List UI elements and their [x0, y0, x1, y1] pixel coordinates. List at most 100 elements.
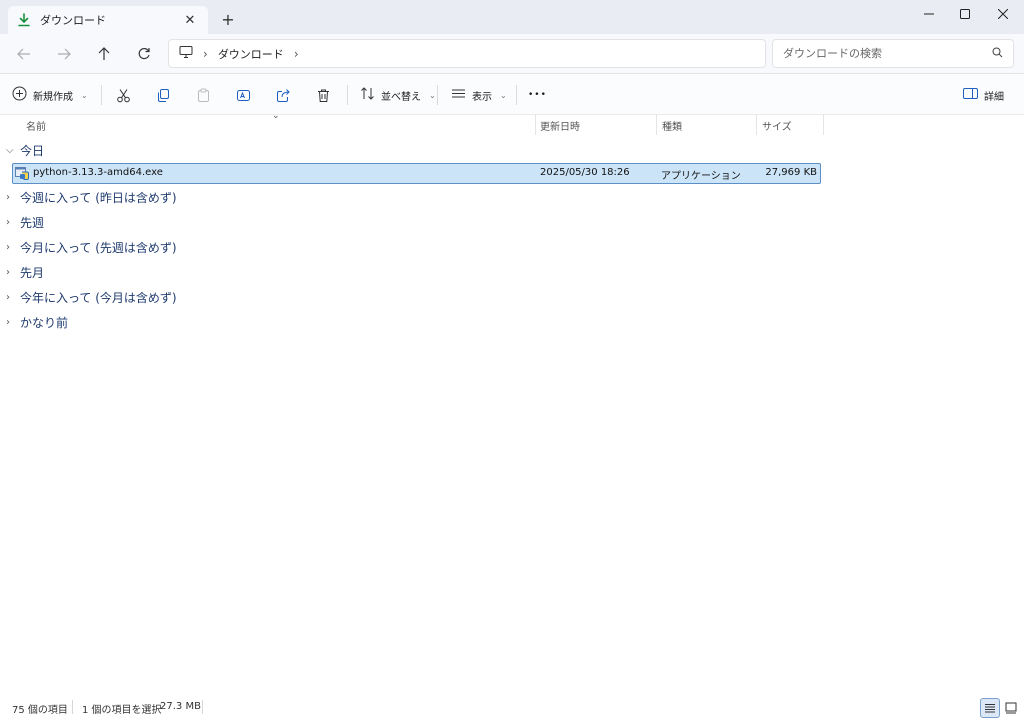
chevron-right-icon: › [6, 266, 10, 278]
column-divider[interactable] [535, 115, 536, 135]
share-button[interactable] [270, 82, 296, 108]
title-bar: ダウンロード ✕ + [0, 0, 1024, 34]
column-header: 名前 ⌄ 更新日時 種類 サイズ [0, 111, 1024, 135]
divider [202, 700, 203, 714]
chevron-down-icon: ⌵ [6, 144, 14, 156]
breadcrumb-downloads[interactable]: ダウンロード [218, 46, 284, 62]
minimize-button[interactable] [910, 0, 948, 28]
group-long-ago[interactable]: › かなり前 [6, 312, 68, 332]
group-last-week[interactable]: › 先週 [6, 212, 44, 232]
rename-button[interactable] [230, 82, 256, 108]
breadcrumb-separator[interactable]: › [294, 47, 299, 61]
view-button[interactable]: 表示 ⌄ [451, 82, 507, 108]
tab-downloads[interactable]: ダウンロード ✕ [8, 6, 208, 34]
share-icon [270, 82, 296, 108]
divider [516, 85, 517, 105]
plus-circle-icon [12, 86, 27, 104]
view-label: 表示 [472, 91, 492, 103]
paste-icon [190, 82, 216, 108]
chevron-right-icon: › [6, 316, 10, 328]
status-bar: 75 個の項目 1 個の項目を選択 27.3 MB [0, 697, 1024, 719]
group-label: 今週に入って (昨日は含めず) [20, 190, 177, 205]
group-today[interactable]: ⌵ 今日 [6, 140, 44, 160]
group-this-year[interactable]: › 今年に入って (今月は含めず) [6, 287, 177, 307]
chevron-down-icon: ⌄ [429, 90, 436, 100]
tiles-view-button[interactable] [1001, 698, 1021, 718]
address-bar[interactable]: › ダウンロード › [168, 39, 766, 68]
group-label: 先週 [20, 215, 45, 230]
column-divider[interactable] [656, 115, 657, 135]
search-icon[interactable] [992, 47, 1003, 61]
maximize-button[interactable] [946, 0, 984, 28]
new-label: 新規作成 [33, 91, 73, 103]
chevron-right-icon: › [6, 241, 10, 253]
details-label: 詳細 [984, 91, 1004, 103]
breadcrumb-separator[interactable]: › [203, 47, 208, 61]
group-this-month[interactable]: › 今月に入って (先週は含めず) [6, 237, 177, 257]
refresh-button[interactable] [130, 40, 158, 68]
group-last-month[interactable]: › 先月 [6, 262, 44, 282]
divider [437, 85, 438, 105]
sort-icon [360, 86, 375, 104]
search-input[interactable] [783, 47, 992, 60]
file-size: 27,969 KB [765, 167, 817, 178]
selection-size: 27.3 MB [160, 701, 201, 712]
group-label: 今日 [20, 143, 45, 158]
group-this-week[interactable]: › 今週に入って (昨日は含めず) [6, 187, 177, 207]
chevron-right-icon: › [6, 291, 10, 303]
selection-count: 1 個の項目を選択 [82, 705, 162, 716]
monitor-icon [179, 45, 193, 62]
chevron-down-icon: ⌄ [81, 90, 88, 100]
file-type: アプリケーション [661, 171, 741, 182]
more-options-button[interactable]: ••• [528, 82, 547, 108]
column-divider[interactable] [756, 115, 757, 135]
close-window-button[interactable] [984, 0, 1022, 28]
group-label: かなり前 [20, 315, 69, 330]
exe-file-icon [15, 166, 29, 183]
divider [72, 700, 73, 714]
group-label: 先月 [20, 265, 45, 280]
delete-button[interactable] [310, 82, 336, 108]
trash-icon [310, 82, 336, 108]
column-date[interactable]: 更新日時 [540, 118, 580, 133]
forward-button[interactable] [50, 40, 78, 68]
copy-button[interactable] [150, 82, 176, 108]
download-icon [16, 12, 32, 28]
column-size[interactable]: サイズ [762, 118, 792, 133]
chevron-right-icon: › [6, 216, 10, 228]
tab-title: ダウンロード [40, 14, 106, 27]
cut-button[interactable] [110, 82, 136, 108]
navigation-bar: › ダウンロード › [0, 34, 1024, 74]
new-tab-button[interactable]: + [218, 9, 238, 29]
group-label: 今月に入って (先週は含めず) [20, 240, 177, 255]
details-pane-icon [963, 87, 978, 103]
column-name[interactable]: 名前 [26, 118, 46, 133]
rename-icon [230, 82, 256, 108]
command-bar: 新規作成 ⌄ 並べ替え ⌄ 表示 ⌄ ••• 詳細 [0, 75, 1024, 115]
new-button[interactable]: 新規作成 ⌄ [12, 82, 88, 108]
details-view-button[interactable] [980, 698, 1000, 718]
column-type[interactable]: 種類 [662, 118, 682, 133]
file-date: 2025/05/30 18:26 [540, 167, 630, 178]
divider [101, 85, 102, 105]
file-name: python-3.13.3-amd64.exe [33, 167, 163, 178]
chevron-down-icon: ⌄ [500, 90, 507, 100]
view-list-icon [451, 86, 466, 104]
divider [347, 85, 348, 105]
item-count: 75 個の項目 [12, 705, 68, 716]
sort-button[interactable]: 並べ替え ⌄ [360, 82, 436, 108]
chevron-right-icon: › [6, 191, 10, 203]
paste-button[interactable] [190, 82, 216, 108]
sort-caret-icon: ⌄ [272, 111, 280, 121]
details-pane-button[interactable]: 詳細 [963, 82, 1004, 108]
copy-icon [150, 82, 176, 108]
scissors-icon [110, 82, 136, 108]
sort-label: 並べ替え [381, 91, 421, 103]
close-tab-button[interactable]: ✕ [180, 10, 200, 30]
up-button[interactable] [90, 40, 118, 68]
group-label: 今年に入って (今月は含めず) [20, 290, 177, 305]
column-divider[interactable] [823, 115, 824, 135]
back-button[interactable] [10, 40, 38, 68]
search-box[interactable] [772, 39, 1014, 68]
table-row[interactable]: python-3.13.3-amd64.exe 2025/05/30 18:26… [12, 163, 821, 184]
